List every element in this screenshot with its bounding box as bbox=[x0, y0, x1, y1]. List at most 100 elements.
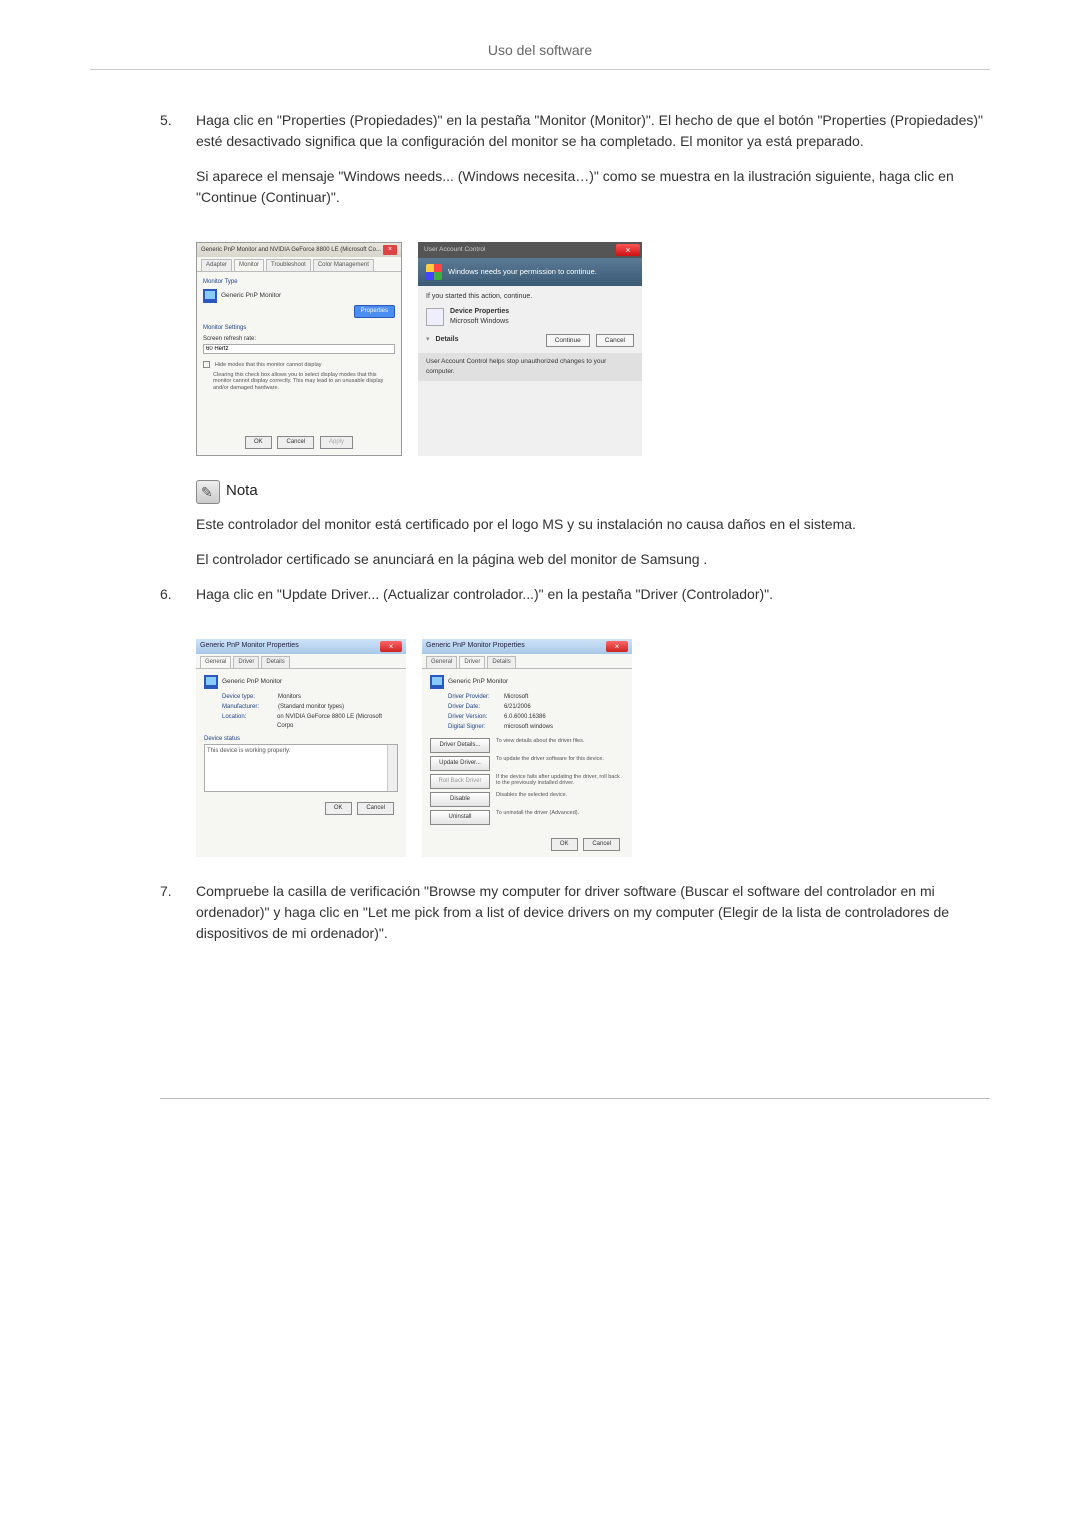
chevron-down-icon[interactable]: ▾ bbox=[426, 335, 430, 346]
label-provider: Driver Provider: bbox=[448, 693, 504, 702]
uac-header: Windows needs your permission to continu… bbox=[418, 258, 642, 286]
ok-button[interactable]: OK bbox=[551, 838, 578, 851]
update-driver-button[interactable]: Update Driver... bbox=[430, 756, 490, 771]
step-number: 7. bbox=[160, 881, 196, 958]
device-status-text: This device is working properly. bbox=[207, 748, 290, 754]
tab-color[interactable]: Color Management bbox=[313, 259, 374, 271]
step6-p1: Haga clic en "Update Driver... (Actualiz… bbox=[196, 584, 990, 605]
uac-app-name: Device Properties bbox=[450, 307, 509, 318]
label-version: Driver Version: bbox=[448, 713, 504, 722]
uninstall-button[interactable]: Uninstall bbox=[430, 810, 490, 825]
step5-p1: Haga clic en "Properties (Propiedades)" … bbox=[196, 110, 990, 152]
ok-button[interactable]: OK bbox=[325, 802, 352, 815]
ok-button[interactable]: OK bbox=[245, 436, 272, 449]
update-driver-desc: To update the driver software for this d… bbox=[496, 756, 624, 763]
step7-p1: Compruebe la casilla de verificación "Br… bbox=[196, 881, 990, 944]
device-status-box: This device is working properly. bbox=[204, 744, 398, 792]
driver-properties-general-dialog: Generic PnP Monitor Properties × General… bbox=[196, 639, 406, 857]
apply-button[interactable]: Apply bbox=[320, 436, 353, 449]
step5-images: Generic PnP Monitor and NVIDIA GeForce 8… bbox=[160, 242, 990, 456]
tab-driver[interactable]: Driver bbox=[459, 656, 485, 668]
dialog-titlebar: Generic PnP Monitor and NVIDIA GeForce 8… bbox=[197, 243, 401, 257]
note-icon bbox=[196, 480, 220, 504]
details-toggle[interactable]: Details bbox=[436, 335, 459, 346]
hide-modes-desc: Clearing this check box allows you to se… bbox=[213, 372, 395, 392]
cancel-button[interactable]: Cancel bbox=[596, 334, 634, 348]
value-signer: microsoft windows bbox=[504, 723, 553, 732]
device-status-label: Device status bbox=[204, 735, 398, 744]
cancel-button[interactable]: Cancel bbox=[583, 838, 620, 851]
tab-details[interactable]: Details bbox=[487, 656, 515, 668]
hide-modes-label: Hide modes that this monitor cannot disp… bbox=[215, 362, 322, 368]
step-number: 5. bbox=[160, 110, 196, 222]
uac-dialog: User Account Control × Windows needs you… bbox=[418, 242, 642, 456]
monitor-icon bbox=[204, 675, 218, 689]
close-icon[interactable]: × bbox=[606, 641, 628, 652]
close-icon[interactable]: × bbox=[380, 641, 402, 652]
note-label: Nota bbox=[226, 480, 258, 503]
shield-icon bbox=[426, 264, 442, 280]
step-5: 5. Haga clic en "Properties (Propiedades… bbox=[160, 110, 990, 222]
disable-button[interactable]: Disable bbox=[430, 792, 490, 807]
uac-title: User Account Control bbox=[424, 245, 485, 255]
label-device-type: Device type: bbox=[222, 693, 278, 702]
cancel-button[interactable]: Cancel bbox=[357, 802, 394, 815]
scrollbar[interactable] bbox=[387, 745, 397, 791]
uac-footer: User Account Control helps stop unauthor… bbox=[418, 353, 642, 381]
value-provider: Microsoft bbox=[504, 693, 528, 702]
note-header: Nota bbox=[196, 480, 990, 504]
note-text-2: El controlador certificado se anunciará … bbox=[196, 549, 990, 570]
label-location: Location: bbox=[222, 713, 277, 731]
cancel-button[interactable]: Cancel bbox=[277, 436, 314, 449]
tab-general[interactable]: General bbox=[200, 656, 231, 668]
page-header: Uso del software bbox=[90, 40, 990, 70]
app-icon bbox=[426, 308, 444, 326]
tab-monitor[interactable]: Monitor bbox=[234, 259, 264, 271]
dialog-title: Generic PnP Monitor Properties bbox=[200, 641, 299, 652]
uac-app-publisher: Microsoft Windows bbox=[450, 317, 509, 328]
section-monitor-settings: Monitor Settings bbox=[203, 324, 395, 333]
device-name: Generic PnP Monitor bbox=[222, 677, 282, 687]
value-manufacturer: (Standard monitor types) bbox=[278, 703, 344, 712]
properties-button[interactable]: Properties bbox=[354, 305, 395, 318]
page: Uso del software 5. Haga clic en "Proper… bbox=[0, 0, 1080, 1159]
content: 5. Haga clic en "Properties (Propiedades… bbox=[90, 110, 990, 1099]
value-location: on NVIDIA GeForce 8800 LE (Microsoft Cor… bbox=[277, 713, 398, 731]
device-name: Generic PnP Monitor bbox=[221, 291, 281, 301]
dialog-title: Generic PnP Monitor Properties bbox=[426, 641, 525, 652]
refresh-rate-select[interactable] bbox=[203, 344, 395, 354]
note-text-1: Este controlador del monitor está certif… bbox=[196, 514, 990, 535]
driver-details-button[interactable]: Driver Details... bbox=[430, 738, 490, 753]
tab-details[interactable]: Details bbox=[261, 656, 289, 668]
tab-driver[interactable]: Driver bbox=[233, 656, 259, 668]
monitor-properties-dialog: Generic PnP Monitor and NVIDIA GeForce 8… bbox=[196, 242, 402, 456]
uac-permission-text: Windows needs your permission to continu… bbox=[448, 266, 597, 277]
step-7: 7. Compruebe la casilla de verificación … bbox=[160, 881, 990, 958]
device-name: Generic PnP Monitor bbox=[448, 677, 508, 687]
step-number: 6. bbox=[160, 584, 196, 619]
uac-titlebar: User Account Control × bbox=[418, 242, 642, 258]
step-6: 6. Haga clic en "Update Driver... (Actua… bbox=[160, 584, 990, 619]
label-signer: Digital Signer: bbox=[448, 723, 504, 732]
monitor-icon bbox=[430, 675, 444, 689]
hide-modes-checkbox[interactable] bbox=[203, 361, 210, 368]
step5-p2: Si aparece el mensaje "Windows needs... … bbox=[196, 166, 990, 208]
step6-images: Generic PnP Monitor Properties × General… bbox=[160, 639, 990, 857]
tab-adapter[interactable]: Adapter bbox=[201, 259, 232, 271]
value-device-type: Monitors bbox=[278, 693, 301, 702]
driver-details-desc: To view details about the driver files. bbox=[496, 738, 624, 745]
continue-button[interactable]: Continue bbox=[546, 334, 590, 348]
value-date: 6/21/2006 bbox=[504, 703, 531, 712]
rollback-driver-button[interactable]: Roll Back Driver bbox=[430, 774, 490, 789]
header-title: Uso del software bbox=[488, 42, 592, 58]
refresh-label: Screen refresh rate: bbox=[203, 335, 395, 344]
close-icon[interactable]: × bbox=[616, 244, 640, 256]
monitor-icon bbox=[203, 289, 217, 303]
close-icon[interactable]: × bbox=[383, 245, 397, 255]
driver-properties-driver-dialog: Generic PnP Monitor Properties × General… bbox=[422, 639, 632, 857]
tab-troubleshoot[interactable]: Troubleshoot bbox=[266, 259, 311, 271]
tab-general[interactable]: General bbox=[426, 656, 457, 668]
disable-desc: Disables the selected device. bbox=[496, 792, 624, 799]
value-version: 6.0.6000.16386 bbox=[504, 713, 546, 722]
label-date: Driver Date: bbox=[448, 703, 504, 712]
